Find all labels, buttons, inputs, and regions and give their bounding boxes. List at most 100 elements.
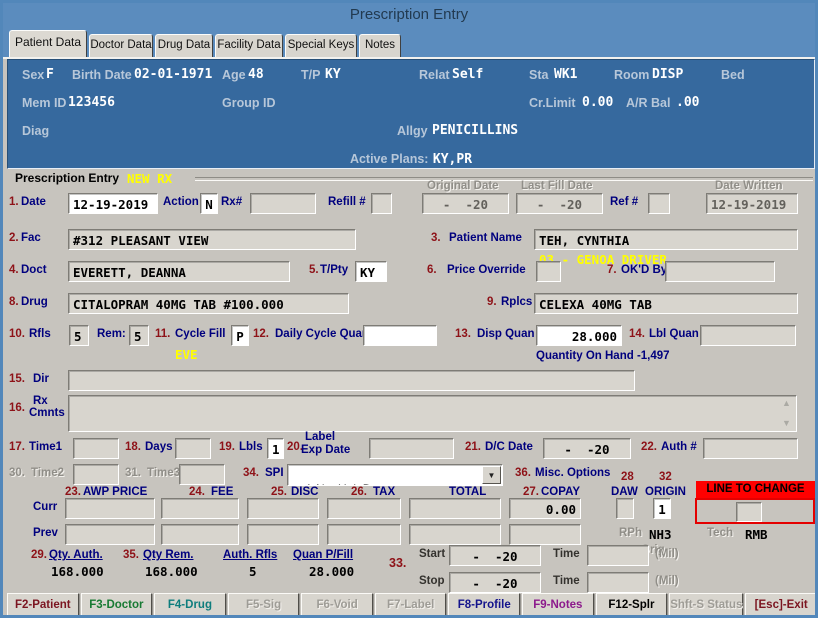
daily-cycle-quan-field[interactable] [363,325,437,346]
date-field[interactable]: 12-19-2019 [68,193,158,214]
f5-sig-button: F5-Sig [227,593,300,615]
awp-num: 23. [65,486,81,498]
f12-splr-button[interactable]: F12-Splr [595,593,668,615]
tab-drug-data[interactable]: Drug Data [155,34,213,57]
function-button-row: F2-Patient F3-Doctor F4-Drug F5-Sig F6-V… [7,593,815,615]
f2-patient-button[interactable]: F2-Patient [7,593,79,615]
auth-field[interactable] [703,438,798,459]
auth-num: 22. [641,441,657,453]
f3-doctor-button[interactable]: F3-Doctor [80,593,153,615]
action-field[interactable]: N [200,193,218,214]
rx-number-field[interactable] [250,193,316,214]
tpty-field[interactable]: KY [355,261,387,282]
cr-limit-value: 0.00 [582,95,614,110]
curr-disc-field[interactable] [247,498,319,519]
doct-num: 4. [9,264,19,276]
label-exp-label2: Exp Date [301,444,351,456]
spi-dropdown[interactable]: 1-Not Unit Dose ▼ [287,464,503,486]
price-override-field[interactable] [536,261,561,282]
tab-doctor-data[interactable]: Doctor Data [89,34,153,57]
curr-awp-field[interactable] [65,498,155,519]
esc-exit-button[interactable]: [Esc]-Exit [745,593,815,615]
time1-num: 17. [9,441,25,453]
scroll-down-icon[interactable]: ▼ [782,419,791,428]
lbl-quan-num: 14. [629,328,645,340]
mem-id-label: Mem ID [22,96,67,110]
refill-field[interactable] [371,193,392,214]
start-stop-num: 33. [389,556,407,570]
f8-profile-button[interactable]: F8-Profile [448,593,521,615]
facility-field[interactable]: #312 PLEASANT VIEW [68,229,356,250]
lbls-field[interactable]: 1 [267,438,284,459]
drug-field[interactable]: CITALOPRAM 40MG TAB #100.000 [68,293,349,314]
rem-field[interactable]: 5 [129,325,149,346]
days-field[interactable] [175,438,211,459]
quan-pfill-value: 28.000 [309,564,355,579]
origin-field[interactable]: 1 [653,498,671,519]
awp-label: AWP PRICE [83,486,148,498]
drug-label: Drug [21,296,48,308]
start-label: Start [419,548,446,560]
start-time-field[interactable] [587,545,649,566]
tpty-num: 5. [309,264,319,276]
rplcs-field[interactable]: CELEXA 40MG TAB [534,293,798,314]
f9-notes-button[interactable]: F9-Notes [522,593,594,615]
scroll-up-icon[interactable]: ▲ [782,399,791,408]
cycle-fill-field[interactable]: P [231,325,249,346]
total-label: TOTAL [449,486,487,498]
line-to-change-field[interactable] [736,502,762,522]
mem-id-value: 123456 [68,95,115,110]
qty-auth-value: 168.000 [51,564,104,579]
dc-date-num: 21. [465,441,481,453]
active-plans-label: Active Plans: [349,152,429,166]
tech-label: Tech [707,527,733,539]
label-exp-date-field[interactable] [369,438,454,459]
doctor-field[interactable]: EVERETT, DEANNA [68,261,290,282]
dc-date-field[interactable]: - -20 [543,438,631,459]
start-date-field[interactable]: - -20 [449,545,541,566]
tab-patient-data[interactable]: Patient Data [9,30,87,57]
prev-label: Prev [33,527,58,539]
start-mil-label: (Mil) [655,548,679,560]
ref-number-label: Ref # [610,196,639,208]
stop-time-field[interactable] [587,572,649,593]
stop-date-field[interactable]: - -20 [449,572,541,593]
time1-field[interactable] [73,438,119,459]
patient-name-field[interactable]: TEH, CYNTHIA [534,229,798,250]
groupbox-title: Prescription Entry [15,171,120,185]
tab-notes[interactable]: Notes [359,34,401,57]
patient-info-panel: Sex F Birth Date 02-01-1971 Age 48 T/P K… [7,59,815,169]
date-num: 1. [9,196,19,208]
days-label: Days [145,441,173,453]
daily-cycle-quan-num: 12. [253,328,269,340]
misc-options-label: Misc. Options [535,467,611,479]
okd-by-field[interactable] [665,261,775,282]
dir-label: Dir [33,373,49,385]
disp-quan-field[interactable]: 28.000 [536,325,622,346]
tab-strip: Patient Data Doctor Data Drug Data Facil… [3,27,815,59]
lbl-quan-field[interactable] [700,325,796,346]
last-fill-date-field: - -20 [516,193,603,214]
rx-cmnts-field[interactable] [68,395,797,432]
dir-field[interactable] [68,370,635,391]
sex-value: F [46,67,54,82]
rfls-field[interactable]: 5 [69,325,89,346]
prev-fee-field [161,524,239,545]
misc-options-num: 36. [515,467,531,479]
curr-fee-field[interactable] [161,498,239,519]
birth-date-value: 02-01-1971 [134,67,213,82]
chevron-down-icon[interactable]: ▼ [482,466,501,484]
f4-drug-button[interactable]: F4-Drug [154,593,226,615]
birth-date-label: Birth Date [72,68,132,82]
stop-time-label: Time [553,575,580,587]
lbl-quan-label: Lbl Quan [649,328,699,340]
cr-limit-label: Cr.Limit [529,96,576,110]
sta-label: Sta [529,68,549,82]
tab-special-keys[interactable]: Special Keys [285,34,357,57]
curr-tax-field[interactable] [327,498,401,519]
tab-facility-data[interactable]: Facility Data [215,34,283,57]
ref-number-field[interactable] [648,193,670,214]
origin-label: ORIGIN [645,486,686,498]
daw-field[interactable] [616,498,634,519]
curr-copay-field[interactable]: 0.00 [509,498,581,519]
